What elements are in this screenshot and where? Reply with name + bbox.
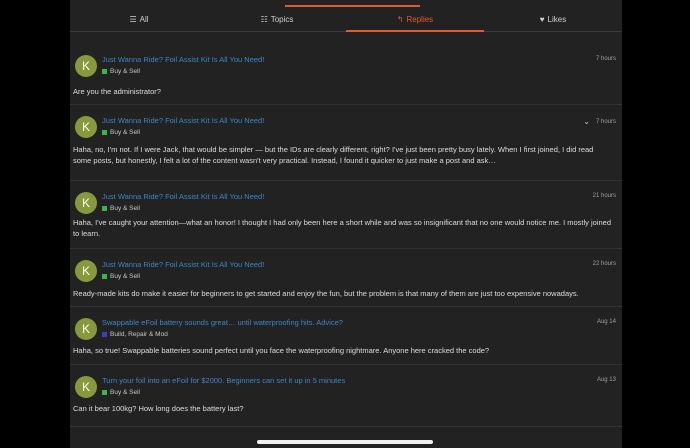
category-badge[interactable]: Buy & Sell [102, 389, 140, 396]
home-indicator[interactable] [257, 440, 433, 444]
topic-link[interactable]: Just Wanna Ride? Foil Assist Kit Is All … [102, 192, 264, 201]
tab-likes[interactable]: ♥ Likes [484, 8, 622, 31]
time-label: 7 hours [595, 118, 616, 125]
avatar[interactable]: K [75, 260, 97, 282]
time-label: Aug 13 [596, 377, 616, 383]
topic-link[interactable]: Just Wanna Ride? Foil Assist Kit Is All … [102, 116, 264, 125]
post-time[interactable]: Aug 13 [597, 377, 616, 383]
topic-link[interactable]: Swappable eFoil battery sounds great… un… [102, 318, 343, 327]
heart-icon: ♥ [539, 15, 545, 24]
screen: ☰ All ☷ Topics ↰ Replies ♥ Likes K Just … [0, 0, 690, 448]
category-badge[interactable]: Buy & Sell [102, 273, 140, 280]
activity-panel: ☰ All ☷ Topics ↰ Replies ♥ Likes K Just … [70, 0, 622, 448]
activity-tabs: ☰ All ☷ Topics ↰ Replies ♥ Likes [70, 8, 622, 32]
category-label: Buy & Sell [110, 205, 140, 212]
category-color-icon [102, 130, 107, 135]
topic-link[interactable]: Just Wanna Ride? Foil Assist Kit Is All … [102, 55, 264, 64]
avatar[interactable]: K [75, 376, 97, 398]
category-label: Buy & Sell [110, 389, 140, 396]
time-label: 22 hours [592, 261, 616, 267]
tab-label: Replies [406, 15, 434, 24]
list-item: K Just Wanna Ride? Foil Assist Kit Is Al… [70, 44, 622, 105]
chevron-down-icon[interactable]: ⌄ [583, 117, 590, 126]
time-label: 21 hours [592, 193, 616, 199]
tab-replies[interactable]: ↰ Replies [346, 8, 484, 32]
category-color-icon [102, 206, 107, 211]
list-item: K Just Wanna Ride? Foil Assist Kit Is Al… [70, 105, 622, 181]
post-list: K Just Wanna Ride? Foil Assist Kit Is Al… [70, 44, 622, 427]
tab-topics[interactable]: ☷ Topics [208, 8, 346, 31]
post-excerpt: Are you the administrator? [73, 87, 161, 96]
time-label: Aug 14 [596, 319, 616, 325]
post-excerpt: Ready-made kits do make it easier for be… [73, 289, 579, 298]
avatar[interactable]: K [75, 55, 97, 77]
tab-label: All [139, 15, 149, 24]
category-label: Buy & Sell [110, 273, 140, 280]
post-excerpt: Haha, I've caught your attention—what an… [73, 218, 612, 238]
tab-label: Likes [547, 15, 567, 24]
post-excerpt: Can it bear 100kg? How long does the bat… [73, 404, 244, 413]
category-label: Buy & Sell [110, 129, 140, 136]
category-color-icon [102, 69, 107, 74]
category-badge[interactable]: Buy & Sell [102, 68, 140, 75]
avatar[interactable]: K [75, 192, 97, 214]
post-time[interactable]: 21 hours [593, 193, 616, 199]
avatar[interactable]: K [75, 318, 97, 340]
post-time[interactable]: ⌄ 7 hours [583, 117, 616, 126]
category-color-icon [102, 390, 107, 395]
tab-all[interactable]: ☰ All [70, 8, 208, 31]
list-item: K Turn your foil into an eFoil for $2000… [70, 365, 622, 427]
list-item: K Just Wanna Ride? Foil Assist Kit Is Al… [70, 181, 622, 249]
scroll-indicator [285, 5, 420, 7]
time-label: 7 hours [595, 56, 616, 62]
category-badge[interactable]: Buy & Sell [102, 205, 140, 212]
category-badge[interactable]: Buy & Sell [102, 129, 140, 136]
list-item: K Just Wanna Ride? Foil Assist Kit Is Al… [70, 249, 622, 307]
post-time[interactable]: Aug 14 [597, 319, 616, 325]
post-time[interactable]: 22 hours [593, 261, 616, 267]
category-color-icon [102, 274, 107, 279]
topic-link[interactable]: Just Wanna Ride? Foil Assist Kit Is All … [102, 260, 264, 269]
category-label: Build, Repair & Mod [110, 331, 168, 338]
category-label: Buy & Sell [110, 68, 140, 75]
avatar[interactable]: K [75, 116, 97, 138]
category-color-icon [102, 332, 107, 337]
tab-label: Topics [270, 15, 294, 24]
list-bullet-icon: ☷ [260, 15, 268, 24]
list-icon: ☰ [129, 15, 137, 24]
topic-link[interactable]: Turn your foil into an eFoil for $2000. … [102, 376, 345, 385]
category-badge[interactable]: Build, Repair & Mod [102, 331, 168, 338]
post-excerpt: Haha, so true! Swappable batteries sound… [73, 346, 490, 355]
post-time[interactable]: 7 hours [596, 56, 616, 62]
post-excerpt: Haha, no, I'm not. If I were Jack, that … [73, 145, 594, 165]
reply-icon: ↰ [396, 15, 404, 24]
list-item: K Swappable eFoil battery sounds great… … [70, 307, 622, 365]
